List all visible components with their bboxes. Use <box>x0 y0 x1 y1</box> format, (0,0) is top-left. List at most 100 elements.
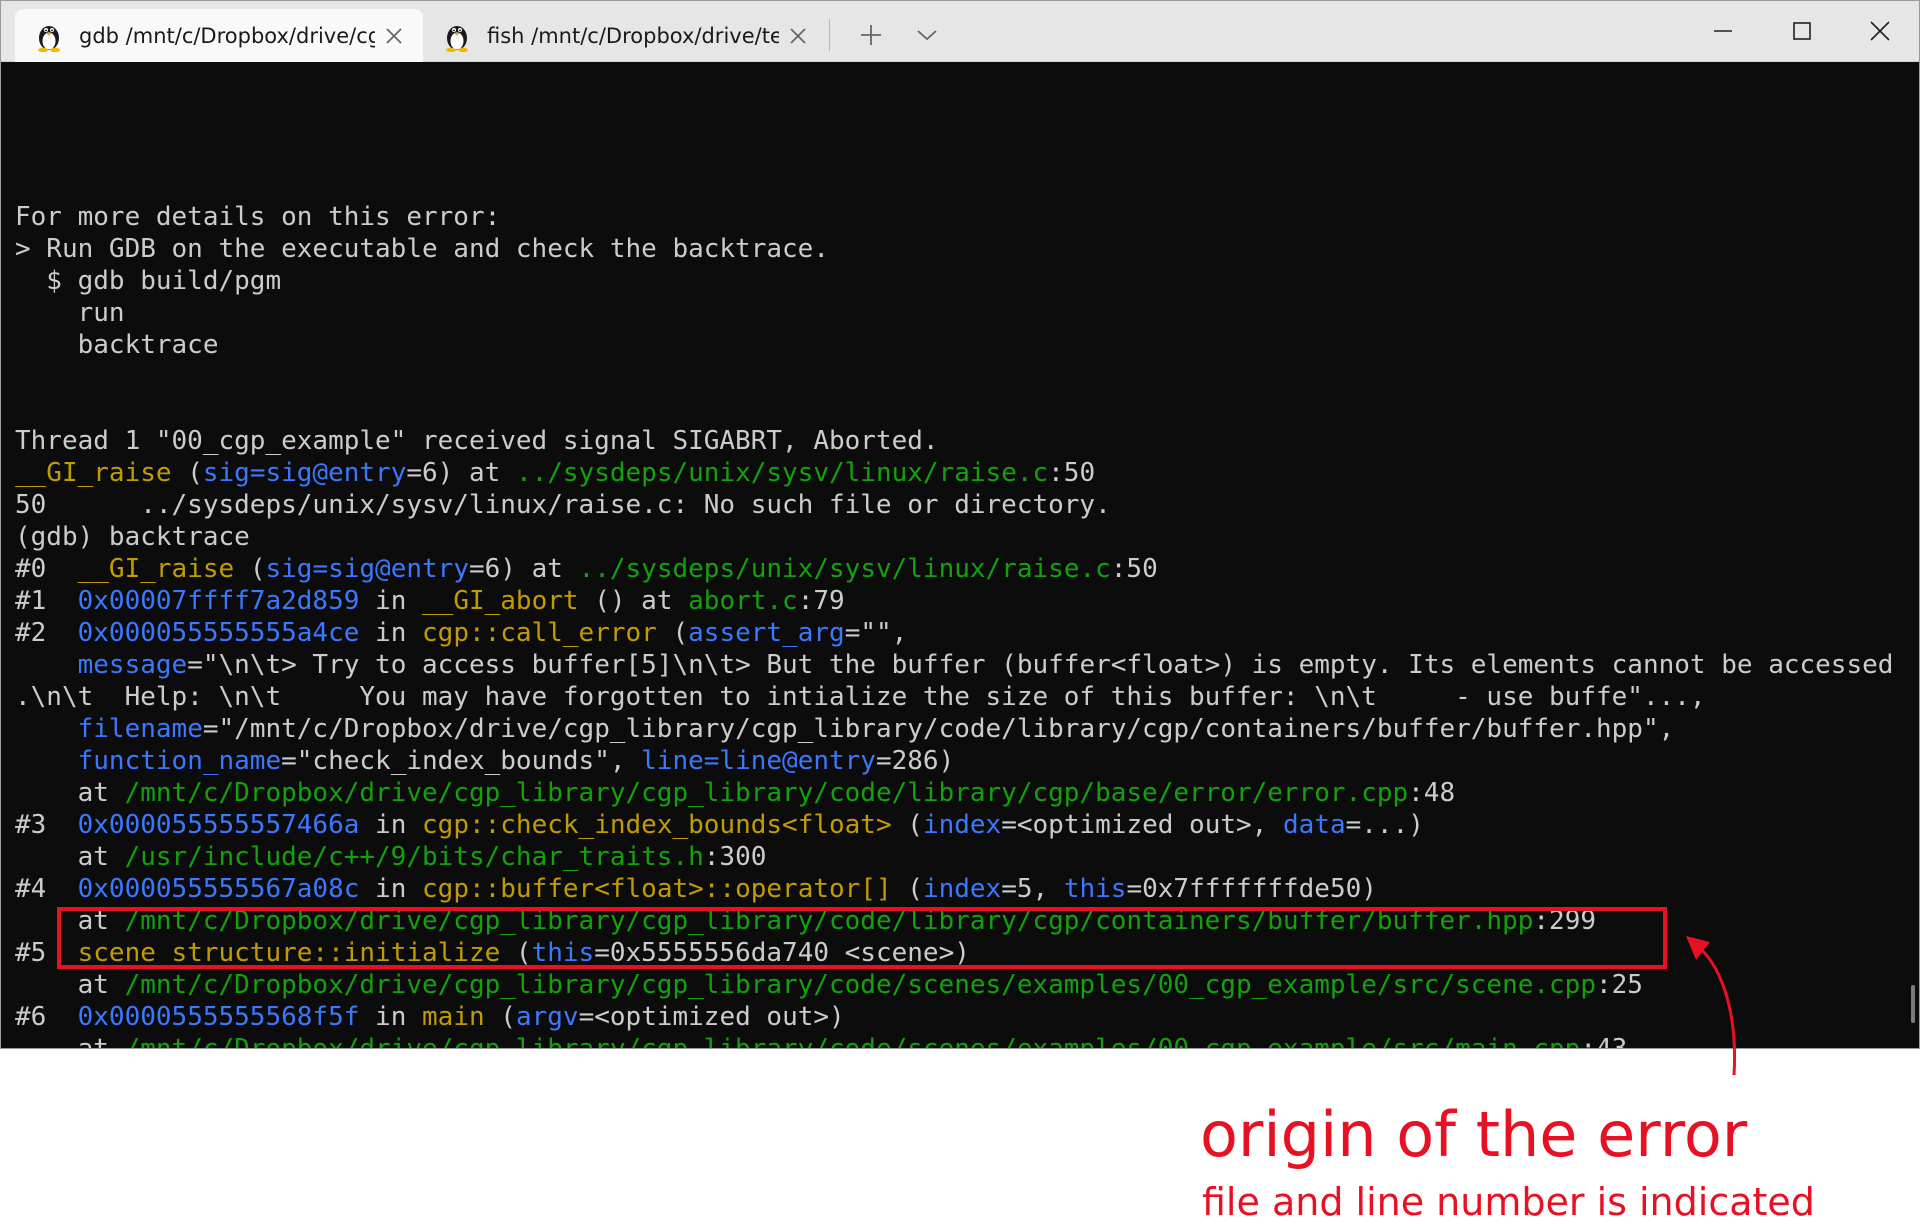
close-window-button[interactable] <box>1854 9 1906 53</box>
terminal-text-segment: run <box>15 298 125 328</box>
terminal-text-segment: /usr/include/c++/9/bits/char_traits.h <box>124 842 704 872</box>
annotation-title: origin of the error <box>1200 1098 1748 1171</box>
terminal-text-segment: .\n\t Help: \n\t You may have forgotten … <box>15 682 1706 712</box>
terminal-text-segment: cgp::call_error <box>422 618 657 648</box>
terminal-text-segment: cgp::check_index_bounds<float> <box>422 810 892 840</box>
terminal-text-segment: /mnt/c/Dropbox/drive/cgp_library/cgp_lib… <box>124 778 1409 808</box>
terminal-text-segment: :43 <box>1580 1034 1628 1049</box>
tab-separator <box>829 19 830 51</box>
terminal-text-segment: #4 <box>15 874 78 904</box>
tab-dropdown-button[interactable] <box>907 13 947 57</box>
terminal-line: at /usr/include/c++/9/bits/char_traits.h… <box>15 841 1915 873</box>
terminal-text-segment: index <box>922 874 1002 904</box>
new-tab-button[interactable] <box>851 13 891 57</box>
terminal-text-segment: > Run GDB on the executable and check th… <box>15 234 829 264</box>
chevron-down-icon <box>917 30 937 41</box>
terminal-line: run <box>15 297 1915 329</box>
terminal-line: backtrace <box>15 329 1915 361</box>
terminal-text-segment: at <box>15 970 125 1000</box>
terminal-text-segment: sig=sig@entry <box>265 554 469 584</box>
terminal-line: > Run GDB on the executable and check th… <box>15 233 1915 265</box>
minimize-button[interactable] <box>1697 9 1749 53</box>
terminal-text-segment: ../sysdeps/unix/sysv/linux/raise.c <box>578 554 1111 584</box>
terminal-text-segment: abort.c <box>688 586 798 616</box>
terminal-text-segment: sig=sig@entry <box>202 458 407 488</box>
scrollbar[interactable] <box>1911 985 1915 1023</box>
close-icon[interactable] <box>385 27 403 45</box>
terminal-line: filename="/mnt/c/Dropbox/drive/cgp_libra… <box>15 713 1915 745</box>
terminal-text-segment: ( <box>234 554 266 584</box>
terminal-text-segment: ="\n\t> Try to access buffer[5]\n\t> But… <box>187 650 1894 680</box>
terminal-text-segment: :79 <box>797 586 845 616</box>
terminal-line: at /mnt/c/Dropbox/drive/cgp_library/cgp_… <box>15 777 1915 809</box>
terminal-text-segment: in <box>359 1002 423 1032</box>
terminal-text-segment: () at <box>578 586 689 616</box>
annotation-subtitle: file and line number is indicated <box>1202 1180 1815 1224</box>
terminal-line: 50 ../sysdeps/unix/sysv/linux/raise.c: N… <box>15 489 1915 521</box>
terminal-text-segment: 0x000055555557466a <box>77 810 360 840</box>
terminal-text-segment: #1 <box>15 586 78 616</box>
terminal-line: Thread 1 "00_cgp_example" received signa… <box>15 425 1915 457</box>
tux-penguin-icon <box>38 25 60 52</box>
tab-title: gdb /mnt/c/Dropbox/drive/cgp <box>79 23 375 48</box>
terminal-line: at /mnt/c/Dropbox/drive/cgp_library/cgp_… <box>15 1033 1915 1049</box>
terminal-text-segment: in <box>359 874 423 904</box>
terminal-text-segment: #3 <box>15 810 78 840</box>
terminal-text-segment: #2 <box>15 618 78 648</box>
close-icon <box>1870 21 1890 41</box>
terminal-line: at /mnt/c/Dropbox/drive/cgp_library/cgp_… <box>15 969 1915 1001</box>
terminal-text-segment: =<optimized out>) <box>578 1002 845 1032</box>
terminal-text-segment: filename <box>77 714 203 744</box>
terminal-text-segment: =286) <box>875 746 955 776</box>
terminal-line: __GI_raise (sig=sig@entry=6) at ../sysde… <box>15 457 1915 489</box>
terminal-text-segment: #6 <box>15 1002 78 1032</box>
terminal-text-segment: (gdb) backtrace <box>15 522 250 552</box>
tab-title: fish /mnt/c/Dropbox/drive/teac <box>487 23 779 48</box>
terminal-line: #0 __GI_raise (sig=sig@entry=6) at ../sy… <box>15 553 1915 585</box>
terminal-text-segment: 0x00007ffff7a2d859 <box>77 586 360 616</box>
terminal-text-segment: =6) at <box>468 554 579 584</box>
close-icon[interactable] <box>789 27 807 45</box>
terminal-text-segment: $ gdb build/pgm <box>15 266 282 296</box>
terminal-text-segment: in <box>359 810 423 840</box>
terminal-line: message="\n\t> Try to access buffer[5]\n… <box>15 649 1915 681</box>
error-origin-highlight <box>57 907 1667 969</box>
terminal-line: $ gdb build/pgm <box>15 265 1915 297</box>
terminal-text-segment: at <box>15 778 125 808</box>
terminal-text-segment: data <box>1282 810 1346 840</box>
maximize-button[interactable] <box>1776 9 1828 53</box>
tux-penguin-icon <box>446 25 468 52</box>
terminal-text-segment: this <box>1063 874 1127 904</box>
minimize-icon <box>1714 30 1732 32</box>
terminal-line: function_name="check_index_bounds", line… <box>15 745 1915 777</box>
tab-gdb[interactable]: gdb /mnt/c/Dropbox/drive/cgp <box>15 9 423 62</box>
terminal-line: #3 0x000055555557466a in cgp::check_inde… <box>15 809 1915 841</box>
terminal-text-segment: 0x000055555555a4ce <box>77 618 360 648</box>
terminal-line: #1 0x00007ffff7a2d859 in __GI_abort () a… <box>15 585 1915 617</box>
terminal-text-segment: =0x7fffffffde50) <box>1126 874 1377 904</box>
terminal-text-segment: at <box>15 1034 125 1049</box>
terminal-text-segment: :300 <box>703 842 767 872</box>
terminal-line: #6 0x0000555555568f5f in main (argv=<opt… <box>15 1001 1915 1033</box>
terminal-text-segment: #0 <box>15 554 78 584</box>
terminal-text-segment: at <box>15 842 125 872</box>
terminal-text-segment: 50 ../sysdeps/unix/sysv/linux/raise.c: N… <box>15 490 1111 520</box>
terminal-text-segment: function_name <box>77 746 282 776</box>
tab-fish[interactable]: fish /mnt/c/Dropbox/drive/teac <box>423 9 827 62</box>
terminal-text-segment: __GI_abort <box>422 586 579 616</box>
terminal-text-segment: /mnt/c/Dropbox/drive/cgp_library/cgp_lib… <box>124 1034 1581 1049</box>
terminal-text-segment: :50 <box>1048 458 1096 488</box>
terminal-text-segment: For more details on this error: <box>15 202 501 232</box>
terminal-text-segment: backtrace <box>15 330 219 360</box>
terminal-text-segment: =<optimized out>, <box>1001 810 1283 840</box>
terminal-text-segment: argv <box>515 1002 579 1032</box>
terminal-text-segment: message <box>77 650 188 680</box>
terminal-text-segment: =5, <box>1001 874 1064 904</box>
terminal-text-segment: __GI_raise <box>15 458 172 488</box>
